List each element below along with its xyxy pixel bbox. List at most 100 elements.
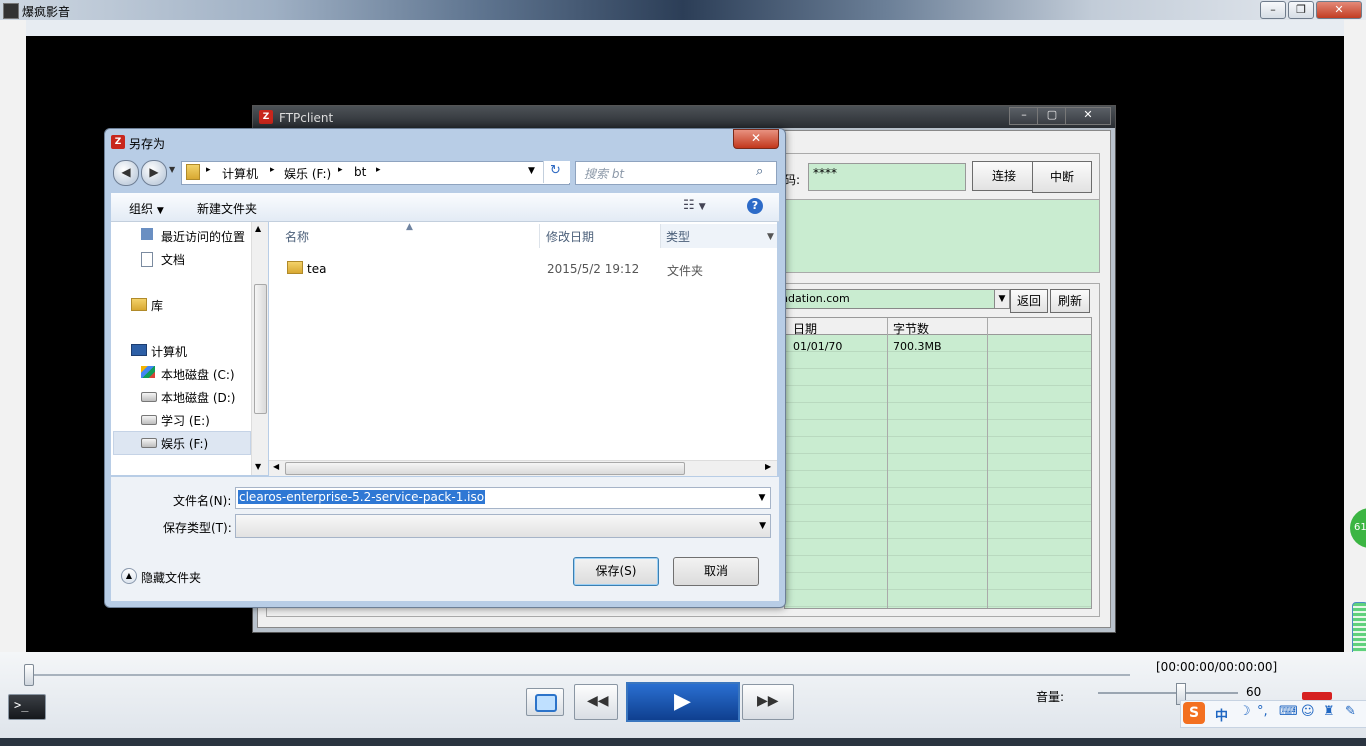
organize-button[interactable]: 组织 ▼ (129, 200, 164, 217)
view-options-icon[interactable]: ☷ ▼ (683, 198, 706, 213)
folder-icon (287, 261, 303, 274)
search-placeholder: 搜索 bt (584, 167, 625, 181)
fast-forward-button[interactable]: ▶▶ (742, 684, 794, 720)
volume-value: 60 (1246, 685, 1262, 699)
file-row-type: 文件夹 (667, 264, 704, 278)
side-badge[interactable]: 61 (1350, 508, 1366, 548)
player-titlebar: 爆疯影音 – ❐ ✕ (0, 0, 1366, 20)
ftp-file-list[interactable]: 日期 字节数 01/01/70 700.3MB (784, 317, 1092, 609)
navigation-pane: 最近访问的位置 文档 库 计算机 本地磁盘 (C:) 本地磁盘 (D:) 学习 … (111, 222, 267, 475)
search-input[interactable]: 搜索 bt ⌕ (575, 161, 777, 185)
ftp-maximize-button[interactable]: ▢ (1037, 107, 1067, 125)
player-app-icon (3, 3, 19, 19)
breadcrumb-folder[interactable]: bt (354, 165, 366, 179)
col-type-header[interactable]: 类型 ▼ (661, 224, 777, 248)
nav-drive-d[interactable]: 本地磁盘 (D:) (161, 389, 235, 406)
nav-documents[interactable]: 文档 (161, 251, 185, 268)
address-dropdown-icon[interactable]: ▼ (528, 166, 535, 176)
nav-recent-places[interactable]: 最近访问的位置 (161, 228, 245, 245)
ftp-col-size[interactable]: 字节数 (893, 320, 929, 337)
cancel-button[interactable]: 取消 (673, 557, 759, 586)
new-folder-button[interactable]: 新建文件夹 (197, 200, 257, 217)
collapse-icon[interactable]: ▲ (121, 568, 137, 584)
ftp-password-label: 码: (784, 173, 801, 187)
player-frame-right: 61 (1344, 20, 1366, 666)
sort-indicator-icon: ▲ (406, 222, 413, 232)
save-button[interactable]: 保存(S) (573, 557, 659, 586)
minimize-button[interactable]: – (1260, 1, 1286, 19)
dialog-filezilla-icon: Z (111, 135, 125, 149)
user-icon[interactable]: ☺ (1301, 704, 1315, 719)
address-bar[interactable]: ▸ 计算机 ▸ 娱乐 (F:) ▸ bt ▸ ▼ (181, 161, 570, 185)
dialog-bottom-panel: 文件名(N): clearos-enterprise-5.2-service-p… (111, 477, 779, 601)
history-dropdown-icon[interactable]: ▼ (169, 165, 175, 174)
file-list[interactable]: ▲ (269, 222, 777, 475)
moon-icon[interactable]: ☽ (1239, 704, 1251, 719)
filename-label: 文件名(N): (173, 494, 232, 508)
screen-mode-icon[interactable] (526, 688, 564, 716)
nav-drive-e[interactable]: 学习 (E:) (161, 412, 210, 429)
ime-toolbar: S 中 ☽ °, ⌨ ☺ ♜ ✎ (1180, 700, 1366, 728)
help-icon[interactable]: ? (747, 198, 763, 214)
time-display: [00:00:00/00:00:00] (1156, 660, 1278, 674)
keyboard-icon[interactable]: ⌨ (1279, 704, 1298, 719)
ftp-row-date: 01/01/70 (793, 340, 843, 353)
dialog-close-button[interactable]: ✕ (733, 129, 779, 149)
nav-scrollbar[interactable]: ▲ ▼ (251, 222, 268, 475)
player-frame-left (0, 20, 26, 652)
filetype-select[interactable]: ▼ (235, 514, 771, 538)
seek-track[interactable] (30, 674, 1130, 676)
hide-folders-button[interactable]: 隐藏文件夹 (141, 569, 201, 586)
back-arrow-icon[interactable]: ◀ (113, 160, 139, 186)
file-row-date: 2015/5/2 19:12 (547, 262, 640, 276)
search-icon[interactable]: ⌕ (756, 164, 763, 179)
rewind-button[interactable]: ◀◀ (574, 684, 618, 720)
punctuation-icon[interactable]: °, (1257, 704, 1268, 719)
volume-label: 音量: (1036, 690, 1065, 704)
file-hscrollbar[interactable]: ◀ ▶ (269, 460, 777, 476)
filename-input[interactable]: clearos-enterprise-5.2-service-pack-1.is… (235, 487, 771, 509)
drive-f-icon (141, 438, 157, 448)
brand-logo (1302, 692, 1332, 700)
ftp-titlebar: Z FTPclient – ▢ ✕ (253, 106, 1115, 128)
drive-d-icon (141, 392, 157, 402)
maximize-button[interactable]: ❐ (1288, 1, 1314, 19)
filezilla-icon: Z (259, 110, 273, 124)
volume-track[interactable] (1098, 692, 1238, 694)
filetype-label: 保存类型(T): (163, 521, 232, 535)
dialog-toolbar: 组织 ▼ 新建文件夹 ☷ ▼ ? (111, 193, 779, 222)
nav-computer[interactable]: 计算机 (151, 343, 187, 360)
ime-language[interactable]: 中 (1215, 705, 1228, 724)
nav-libraries[interactable]: 库 (151, 297, 163, 314)
nav-drive-c[interactable]: 本地磁盘 (C:) (161, 366, 235, 383)
shirt-icon[interactable]: ♜ (1323, 704, 1335, 719)
terminal-icon[interactable]: >_ (8, 694, 46, 720)
library-icon (131, 298, 147, 311)
folder-icon (186, 164, 200, 180)
ftp-password-input[interactable]: **** (808, 163, 966, 191)
breadcrumb-computer[interactable]: 计算机 (222, 165, 258, 182)
drive-e-icon (141, 415, 157, 425)
ftp-disconnect-button[interactable]: 中断 (1032, 161, 1092, 193)
ftp-refresh-button[interactable]: 刷新 (1050, 289, 1090, 313)
seek-handle[interactable] (24, 664, 34, 686)
wrench-icon[interactable]: ✎ (1345, 704, 1356, 719)
col-date[interactable]: 修改日期 (546, 224, 594, 250)
refresh-icon[interactable]: ↻ (543, 161, 570, 183)
ftp-close-button[interactable]: ✕ (1065, 107, 1111, 125)
play-button[interactable]: ▶ (626, 682, 740, 722)
ftp-col-date[interactable]: 日期 (793, 320, 817, 337)
ftp-address-combo[interactable]: ndation.com ▼ (776, 289, 1010, 309)
dialog-title: 另存为 (129, 137, 166, 151)
nav-drive-f[interactable]: 娱乐 (F:) (161, 435, 208, 452)
breadcrumb-drive[interactable]: 娱乐 (F:) (284, 165, 331, 182)
col-name[interactable]: 名称 (285, 224, 309, 250)
forward-arrow-icon[interactable]: ▶ (141, 160, 167, 186)
close-button[interactable]: ✕ (1316, 1, 1362, 19)
ftp-back-button[interactable]: 返回 (1010, 289, 1048, 313)
ftp-title: FTPclient (279, 111, 334, 125)
ftp-minimize-button[interactable]: – (1009, 107, 1039, 125)
ftp-connect-button[interactable]: 连接 (972, 161, 1036, 191)
sogou-logo-icon[interactable]: S (1183, 702, 1205, 724)
file-row-name[interactable]: tea (307, 262, 326, 276)
